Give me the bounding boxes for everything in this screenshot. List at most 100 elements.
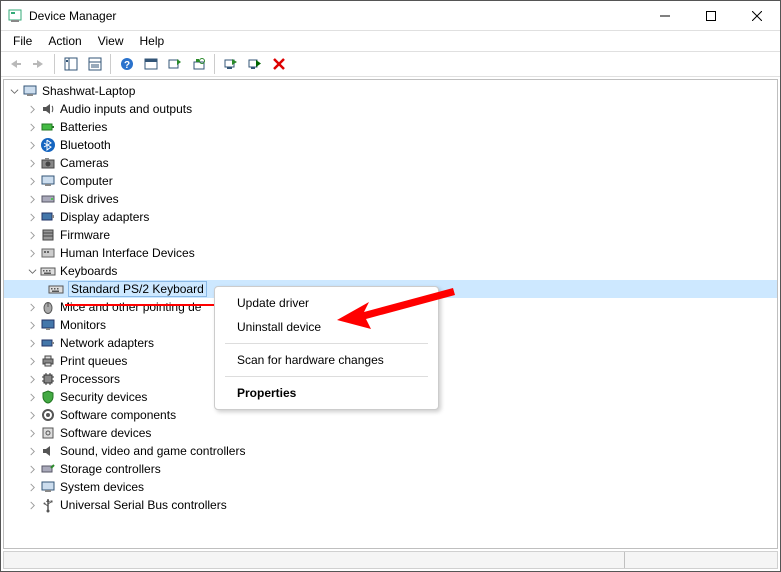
tree-item-storage[interactable]: Storage controllers [4,460,777,478]
update-driver-button[interactable] [163,53,186,75]
ctx-uninstall-device[interactable]: Uninstall device [215,315,438,339]
chevron-right-icon[interactable] [26,499,38,511]
chevron-right-icon[interactable] [26,337,38,349]
tree-item-label: Human Interface Devices [60,246,195,260]
display-adapter-icon [40,209,56,225]
chevron-right-icon[interactable] [26,445,38,457]
chevron-right-icon[interactable] [26,157,38,169]
ctx-update-driver[interactable]: Update driver [215,291,438,315]
network-icon [40,335,56,351]
tree-item-bluetooth[interactable]: Bluetooth [4,136,777,154]
chevron-right-icon[interactable] [26,211,38,223]
tree-root[interactable]: Shashwat-Laptop [4,82,777,100]
window-title: Device Manager [29,9,116,23]
chevron-right-icon[interactable] [26,409,38,421]
tree-item-label: Monitors [60,318,106,332]
computer-icon [40,173,56,189]
software-component-icon [40,407,56,423]
tree-item-system[interactable]: System devices [4,478,777,496]
chevron-right-icon[interactable] [26,319,38,331]
back-button[interactable] [3,53,26,75]
tree-item-audio[interactable]: Audio inputs and outputs [4,100,777,118]
storage-icon [40,461,56,477]
maximize-button[interactable] [688,1,734,31]
camera-icon [40,155,56,171]
chevron-right-icon[interactable] [26,481,38,493]
enable-device-button[interactable] [219,53,242,75]
tree-item-label: Processors [60,372,120,386]
system-icon [40,479,56,495]
audio-icon [40,101,56,117]
tree-item-disk[interactable]: Disk drives [4,190,777,208]
tree-item-label: Universal Serial Bus controllers [60,498,227,512]
tree-item-cameras[interactable]: Cameras [4,154,777,172]
chevron-right-icon[interactable] [26,175,38,187]
tree-item-label: Security devices [60,390,147,404]
menu-help[interactable]: Help [132,32,173,50]
tree-item-label: Storage controllers [60,462,161,476]
sound-icon [40,443,56,459]
chevron-right-icon[interactable] [26,247,38,259]
action-button[interactable] [139,53,162,75]
ctx-properties[interactable]: Properties [215,381,438,405]
chevron-right-icon[interactable] [26,229,38,241]
menu-action[interactable]: Action [40,32,89,50]
disable-device-button[interactable] [243,53,266,75]
show-hide-tree-button[interactable] [59,53,82,75]
chevron-right-icon[interactable] [26,139,38,151]
disk-icon [40,191,56,207]
minimize-button[interactable] [642,1,688,31]
tree-item-display[interactable]: Display adapters [4,208,777,226]
toolbar-divider [214,54,215,74]
tree-item-label: Bluetooth [60,138,111,152]
mouse-icon [40,299,56,315]
properties-button[interactable] [83,53,106,75]
chevron-right-icon[interactable] [26,193,38,205]
menu-view[interactable]: View [90,32,132,50]
toolbar: ? [1,51,780,77]
chevron-right-icon[interactable] [26,103,38,115]
tree-item-label: Firmware [60,228,110,242]
title-bar: Device Manager [1,1,780,31]
software-device-icon [40,425,56,441]
forward-button[interactable] [27,53,50,75]
menu-file[interactable]: File [5,32,40,50]
tree-item-label: Batteries [60,120,107,134]
keyboard-icon [40,263,56,279]
close-button[interactable] [734,1,780,31]
chevron-down-icon[interactable] [26,265,38,277]
chevron-right-icon[interactable] [26,355,38,367]
tree-item-sw-devices[interactable]: Software devices [4,424,777,442]
chevron-right-icon[interactable] [26,391,38,403]
tree-item-usb[interactable]: Universal Serial Bus controllers [4,496,777,514]
chevron-right-icon[interactable] [26,301,38,313]
tree-item-label: System devices [60,480,144,494]
hid-icon [40,245,56,261]
chevron-down-icon[interactable] [8,85,20,97]
printer-icon [40,353,56,369]
chevron-right-icon[interactable] [26,121,38,133]
toolbar-divider [54,54,55,74]
tree-item-label: Keyboards [60,264,117,278]
tree-item-computer[interactable]: Computer [4,172,777,190]
keyboard-icon [48,281,64,297]
status-bar-divider [624,552,625,568]
help-button[interactable]: ? [115,53,138,75]
menu-bar: File Action View Help [1,31,780,51]
chevron-right-icon[interactable] [26,463,38,475]
chevron-right-icon[interactable] [26,373,38,385]
chevron-right-icon[interactable] [26,427,38,439]
ctx-scan-hardware[interactable]: Scan for hardware changes [215,348,438,372]
tree-item-batteries[interactable]: Batteries [4,118,777,136]
scan-hardware-button[interactable] [187,53,210,75]
tree-item-firmware[interactable]: Firmware [4,226,777,244]
tree-item-sound[interactable]: Sound, video and game controllers [4,442,777,460]
tree-item-label: Computer [60,174,113,188]
tree-item-keyboards[interactable]: Keyboards [4,262,777,280]
tree-item-label: Network adapters [60,336,154,350]
processor-icon [40,371,56,387]
context-menu-separator [225,376,428,377]
uninstall-device-button[interactable] [267,53,290,75]
tree-item-hid[interactable]: Human Interface Devices [4,244,777,262]
context-menu-separator [225,343,428,344]
